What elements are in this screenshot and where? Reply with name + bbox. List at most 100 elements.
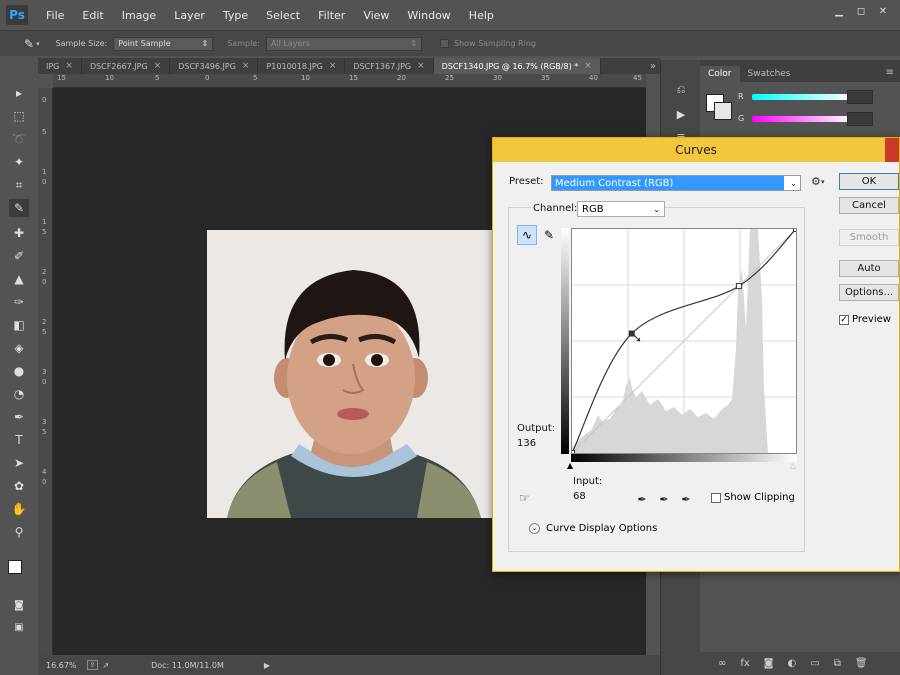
- black-eyedropper-icon[interactable]: ✒: [635, 492, 649, 506]
- panel-menu-icon[interactable]: ≡: [886, 67, 894, 78]
- mask-icon[interactable]: ◙: [764, 658, 774, 669]
- gray-eyedropper-icon[interactable]: ✒: [657, 492, 671, 506]
- marquee-tool-icon[interactable]: ⬚: [9, 107, 29, 125]
- channel-select[interactable]: RGB ⌄: [577, 201, 665, 217]
- preset-select[interactable]: Medium Contrast (RGB) ⌄: [551, 175, 801, 191]
- share-icon[interactable]: ⇪: [86, 660, 99, 670]
- r-slider[interactable]: [752, 94, 852, 100]
- tab-color[interactable]: Color: [700, 66, 740, 82]
- tab-overflow-icon[interactable]: »: [650, 61, 656, 72]
- brush-tool-icon[interactable]: ✐: [9, 247, 29, 265]
- adjustment-icon[interactable]: ◐: [788, 658, 797, 669]
- trash-icon[interactable]: 🗑: [855, 658, 868, 669]
- show-sampling-ring-checkbox[interactable]: [439, 39, 449, 48]
- tool-preset-chevron-icon[interactable]: ▾: [36, 40, 40, 48]
- white-eyedropper-icon[interactable]: ✒: [679, 492, 693, 506]
- close-icon[interactable]: ×: [154, 61, 162, 71]
- crop-tool-icon[interactable]: ⌗: [9, 176, 29, 194]
- pen-tool-icon[interactable]: ✒: [9, 408, 29, 426]
- preview-checkbox[interactable]: ✓: [839, 314, 849, 325]
- history-icon[interactable]: ⎌: [673, 82, 689, 98]
- r-value-field[interactable]: [847, 90, 873, 104]
- pencil-draw-tool-icon[interactable]: ✎: [539, 225, 559, 245]
- cancel-button[interactable]: Cancel: [839, 197, 899, 214]
- menu-edit[interactable]: Edit: [74, 9, 113, 22]
- path-select-icon[interactable]: ➤: [9, 454, 29, 472]
- close-icon[interactable]: ×: [242, 61, 250, 71]
- portrait-photo[interactable]: [207, 230, 497, 518]
- blur-tool-icon[interactable]: ●: [9, 362, 29, 380]
- move-tool-icon[interactable]: ▸: [9, 84, 29, 102]
- options-button[interactable]: Options...: [839, 284, 899, 301]
- curve-control-point[interactable]: [569, 450, 575, 456]
- show-clipping-row[interactable]: Show Clipping: [711, 492, 795, 503]
- chevron-down-icon[interactable]: ▾: [821, 178, 825, 186]
- curve-control-point[interactable]: [735, 283, 742, 290]
- input-value[interactable]: 68: [573, 491, 586, 502]
- white-point-slider-icon[interactable]: △: [790, 461, 796, 470]
- hand-tool-icon[interactable]: ✋: [9, 500, 29, 518]
- show-clipping-checkbox[interactable]: [711, 492, 721, 503]
- zoom-tool-icon[interactable]: ⚲: [9, 523, 29, 541]
- close-icon[interactable]: ×: [65, 61, 73, 71]
- eyedropper-tool-icon[interactable]: ✎: [24, 37, 34, 51]
- curve-point-tool-icon[interactable]: ∿: [517, 225, 537, 245]
- zoom-level[interactable]: 16.67%: [46, 661, 77, 670]
- eyedropper-tool-icon[interactable]: ✎: [9, 199, 29, 217]
- fx-icon[interactable]: fx: [740, 658, 749, 669]
- export-icon[interactable]: ↗: [102, 661, 109, 670]
- screen-mode-icon[interactable]: ▣: [9, 618, 29, 636]
- bucket-tool-icon[interactable]: ◈: [9, 339, 29, 357]
- smooth-button[interactable]: Smooth: [839, 229, 899, 246]
- curve-display-options-toggle[interactable]: ⌄ Curve Display Options: [529, 523, 657, 534]
- curves-graph[interactable]: ➘: [569, 226, 799, 456]
- close-icon[interactable]: ✕: [876, 4, 890, 18]
- tab-dscf1367[interactable]: DSCF1367.JPG ×: [345, 58, 434, 74]
- gear-icon[interactable]: ⚙: [811, 175, 821, 188]
- tab-dscf2667[interactable]: DSCF2667.JPG ×: [82, 58, 171, 74]
- restore-icon[interactable]: ◻: [854, 4, 868, 18]
- g-value-field[interactable]: [847, 112, 873, 126]
- quick-select-tool-icon[interactable]: ✦: [9, 153, 29, 171]
- on-image-adjust-icon[interactable]: ☞: [519, 491, 530, 505]
- tab-dscf3496[interactable]: DSCF3496.JPG ×: [170, 58, 259, 74]
- healing-tool-icon[interactable]: ✚: [9, 224, 29, 242]
- dialog-title-bar[interactable]: Curves: [493, 138, 899, 162]
- eraser-tool-icon[interactable]: ◧: [9, 316, 29, 334]
- menu-help[interactable]: Help: [461, 9, 504, 22]
- tab-dscf1340-active[interactable]: DSCF1340.JPG @ 16.7% (RGB/8) * ×: [433, 58, 601, 74]
- quick-mask-icon[interactable]: ◙: [9, 596, 29, 614]
- menu-filter[interactable]: Filter: [310, 9, 355, 22]
- menu-file[interactable]: File: [38, 9, 74, 22]
- folder-icon[interactable]: ▭: [810, 658, 819, 669]
- menu-image[interactable]: Image: [114, 9, 166, 22]
- status-menu-arrow-icon[interactable]: ▶: [264, 661, 270, 670]
- curve-control-point[interactable]: [793, 226, 799, 232]
- history-brush-icon[interactable]: ✑: [9, 293, 29, 311]
- sample-select[interactable]: All Layers ⇕: [265, 36, 422, 51]
- bg-color-swatch[interactable]: [714, 102, 732, 120]
- preview-row[interactable]: ✓ Preview: [839, 314, 891, 325]
- auto-button[interactable]: Auto: [839, 260, 899, 277]
- close-icon[interactable]: ×: [417, 61, 425, 71]
- actions-icon[interactable]: ▶: [673, 106, 689, 122]
- dodge-tool-icon[interactable]: ◔: [9, 385, 29, 403]
- shape-tool-icon[interactable]: ✿: [9, 477, 29, 495]
- menu-view[interactable]: View: [355, 9, 399, 22]
- foreground-color-swatch[interactable]: [8, 560, 22, 574]
- tab-p1010018[interactable]: P1010018.JPG ×: [258, 58, 346, 74]
- menu-window[interactable]: Window: [399, 9, 460, 22]
- stamp-tool-icon[interactable]: ▲: [9, 270, 29, 288]
- tab-ipg[interactable]: IPG ×: [38, 58, 82, 74]
- dialog-close-button[interactable]: [885, 138, 899, 162]
- sample-size-select[interactable]: Point Sample ⇕: [113, 36, 214, 51]
- output-value[interactable]: 136: [517, 438, 536, 449]
- close-icon[interactable]: ×: [584, 61, 592, 71]
- close-icon[interactable]: ×: [329, 61, 337, 71]
- expand-icon[interactable]: ⌄: [529, 523, 540, 534]
- menu-type[interactable]: Type: [215, 9, 258, 22]
- lasso-tool-icon[interactable]: ➰: [9, 130, 29, 148]
- type-tool-icon[interactable]: T: [9, 431, 29, 449]
- tab-swatches[interactable]: Swatches: [740, 66, 799, 82]
- menu-layer[interactable]: Layer: [166, 9, 215, 22]
